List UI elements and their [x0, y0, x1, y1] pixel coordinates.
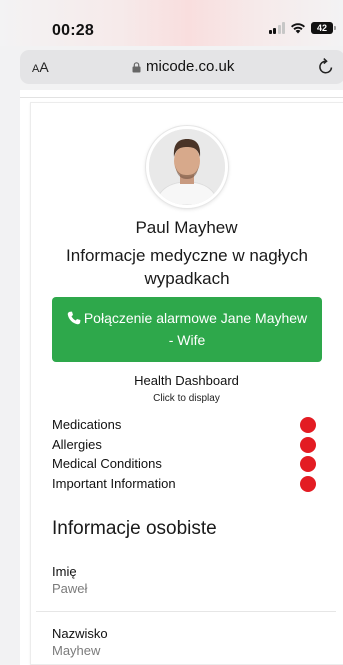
lock-icon [132, 62, 141, 73]
emergency-call-button[interactable]: Połączenie alarmowe Jane Mayhew - Wife [52, 297, 322, 362]
phone-icon [67, 311, 81, 325]
health-list: Medications Allergies Medical Conditions… [52, 415, 320, 493]
url-display[interactable]: micode.co.uk [132, 58, 234, 75]
status-bar: 00:28 42 [0, 0, 343, 46]
last-name-label: Nazwisko [52, 626, 108, 641]
address-bar[interactable]: AA micode.co.uk [20, 50, 343, 84]
health-item-label: Important Information [52, 475, 176, 491]
status-indicator [300, 456, 316, 472]
reload-icon[interactable] [317, 56, 335, 76]
status-indicator [300, 436, 316, 453]
first-name-value: Paweł [52, 581, 88, 596]
clock: 00:28 [52, 22, 94, 39]
profile-name: Paul Mayhew [135, 218, 238, 237]
first-name-label: Imię [52, 564, 77, 579]
battery-icon: 42 [311, 22, 336, 34]
health-item-medical-conditions[interactable]: Medical Conditions [52, 454, 320, 474]
health-item-medications[interactable]: Medications [52, 415, 320, 435]
page-subtitle: Informacje medyczne w nagłych wypadkach [66, 246, 308, 288]
page-top-divider [20, 90, 343, 98]
last-name-value: Mayhew [52, 643, 101, 658]
health-item-label: Medications [52, 417, 122, 432]
status-indicator [300, 475, 316, 492]
personal-info-title: Informacje osobiste [52, 518, 217, 539]
health-dashboard-hint[interactable]: Click to display [30, 393, 343, 404]
cellular-signal-icon [268, 22, 285, 34]
health-dashboard-title[interactable]: Health Dashboard [30, 373, 343, 388]
url-text: micode.co.uk [146, 58, 235, 75]
text-size-button[interactable]: AA [32, 59, 49, 75]
status-indicator [300, 417, 316, 433]
status-icons: 42 [268, 22, 336, 34]
field-divider [36, 611, 336, 612]
health-item-label: Allergies [52, 436, 102, 452]
health-item-allergies[interactable]: Allergies [52, 435, 320, 455]
wifi-icon [291, 23, 305, 34]
profile-photo [149, 129, 225, 205]
emergency-call-label: Połączenie alarmowe Jane Mayhew - Wife [83, 310, 308, 348]
health-item-label: Medical Conditions [52, 456, 162, 471]
health-item-important-information[interactable]: Important Information [52, 474, 320, 494]
avatar [146, 126, 228, 208]
